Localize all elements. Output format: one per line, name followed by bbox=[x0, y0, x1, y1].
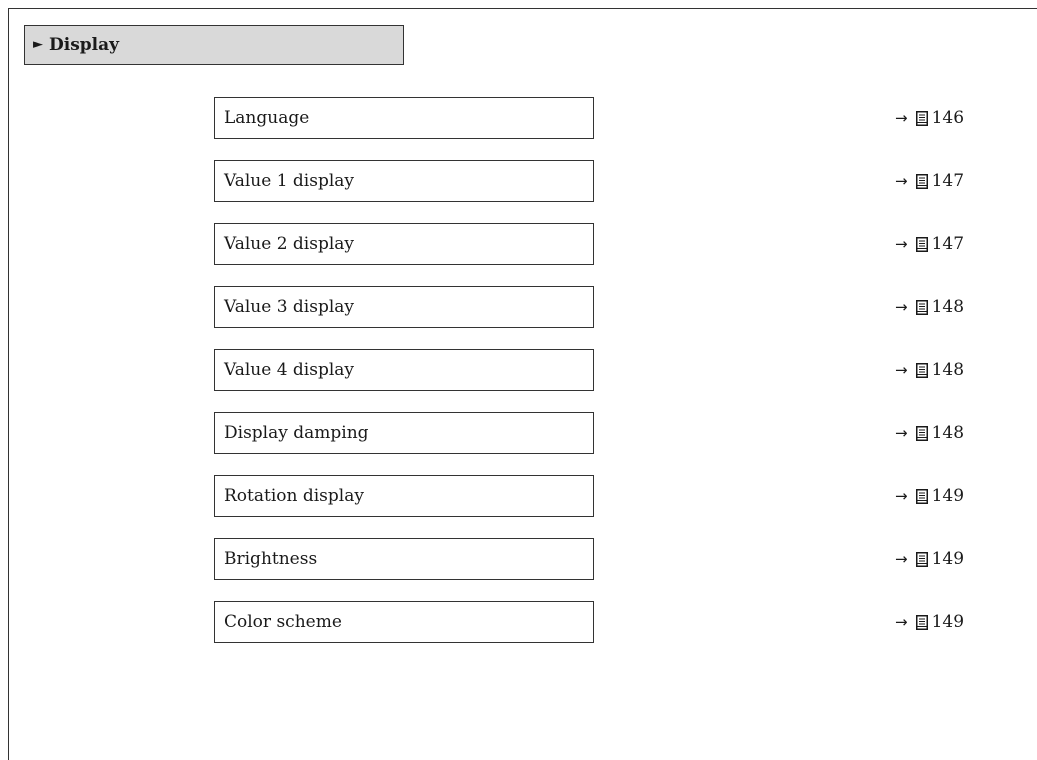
display-submenu-header[interactable]: ► Display bbox=[24, 25, 404, 65]
book-icon bbox=[915, 110, 928, 126]
arrow-right-icon: → bbox=[895, 487, 908, 505]
page-number: 149 bbox=[931, 612, 965, 632]
parameter-value-3-display[interactable]: Value 3 display bbox=[214, 286, 594, 328]
page-reference-link[interactable]: → 148 bbox=[895, 286, 995, 328]
parameter-label: Value 1 display bbox=[224, 171, 355, 191]
page-reference-link[interactable]: → 146 bbox=[895, 97, 995, 139]
page-number: 148 bbox=[931, 360, 965, 380]
parameter-label: Display damping bbox=[224, 423, 369, 443]
page-reference-link[interactable]: → 148 bbox=[895, 412, 995, 454]
book-icon bbox=[915, 488, 928, 504]
arrow-right-icon: → bbox=[895, 613, 908, 631]
page-number: 147 bbox=[931, 234, 965, 254]
book-icon bbox=[915, 299, 928, 315]
parameter-value-2-display[interactable]: Value 2 display bbox=[214, 223, 594, 265]
book-icon bbox=[915, 236, 928, 252]
page-number: 148 bbox=[931, 423, 965, 443]
parameter-value-4-display[interactable]: Value 4 display bbox=[214, 349, 594, 391]
page-reference-link[interactable]: → 149 bbox=[895, 601, 995, 643]
parameter-label: Value 2 display bbox=[224, 234, 355, 254]
arrow-right-icon: → bbox=[895, 235, 908, 253]
arrow-right-icon: → bbox=[895, 298, 908, 316]
book-icon bbox=[915, 551, 928, 567]
book-icon bbox=[915, 173, 928, 189]
parameter-rotation-display[interactable]: Rotation display bbox=[214, 475, 594, 517]
arrow-right-icon: → bbox=[895, 361, 908, 379]
arrow-right-icon: → bbox=[895, 550, 908, 568]
book-icon bbox=[915, 614, 928, 630]
page-reference-link[interactable]: → 147 bbox=[895, 223, 995, 265]
frame-left-border bbox=[8, 8, 9, 760]
parameter-value-1-display[interactable]: Value 1 display bbox=[214, 160, 594, 202]
parameter-label: Value 3 display bbox=[224, 297, 355, 317]
page-number: 146 bbox=[931, 108, 965, 128]
parameter-label: Rotation display bbox=[224, 486, 364, 506]
page-reference-link[interactable]: → 147 bbox=[895, 160, 995, 202]
parameter-label: Brightness bbox=[224, 549, 318, 569]
parameter-color-scheme[interactable]: Color scheme bbox=[214, 601, 594, 643]
parameter-label: Color scheme bbox=[224, 612, 342, 632]
parameter-language[interactable]: Language bbox=[214, 97, 594, 139]
page-reference-link[interactable]: → 149 bbox=[895, 475, 995, 517]
parameter-display-damping[interactable]: Display damping bbox=[214, 412, 594, 454]
page-number: 149 bbox=[931, 486, 965, 506]
page-reference-link[interactable]: → 149 bbox=[895, 538, 995, 580]
book-icon bbox=[915, 425, 928, 441]
submenu-triangle-icon: ► bbox=[33, 36, 43, 52]
parameter-label: Language bbox=[224, 108, 310, 128]
page-reference-link[interactable]: → 148 bbox=[895, 349, 995, 391]
page-number: 148 bbox=[931, 297, 965, 317]
arrow-right-icon: → bbox=[895, 172, 908, 190]
arrow-right-icon: → bbox=[895, 109, 908, 127]
book-icon bbox=[915, 362, 928, 378]
submenu-title: Display bbox=[49, 35, 120, 55]
parameter-label: Value 4 display bbox=[224, 360, 355, 380]
page-number: 149 bbox=[931, 549, 965, 569]
parameter-brightness[interactable]: Brightness bbox=[214, 538, 594, 580]
page-number: 147 bbox=[931, 171, 965, 191]
arrow-right-icon: → bbox=[895, 424, 908, 442]
frame-top-border bbox=[8, 8, 1037, 9]
